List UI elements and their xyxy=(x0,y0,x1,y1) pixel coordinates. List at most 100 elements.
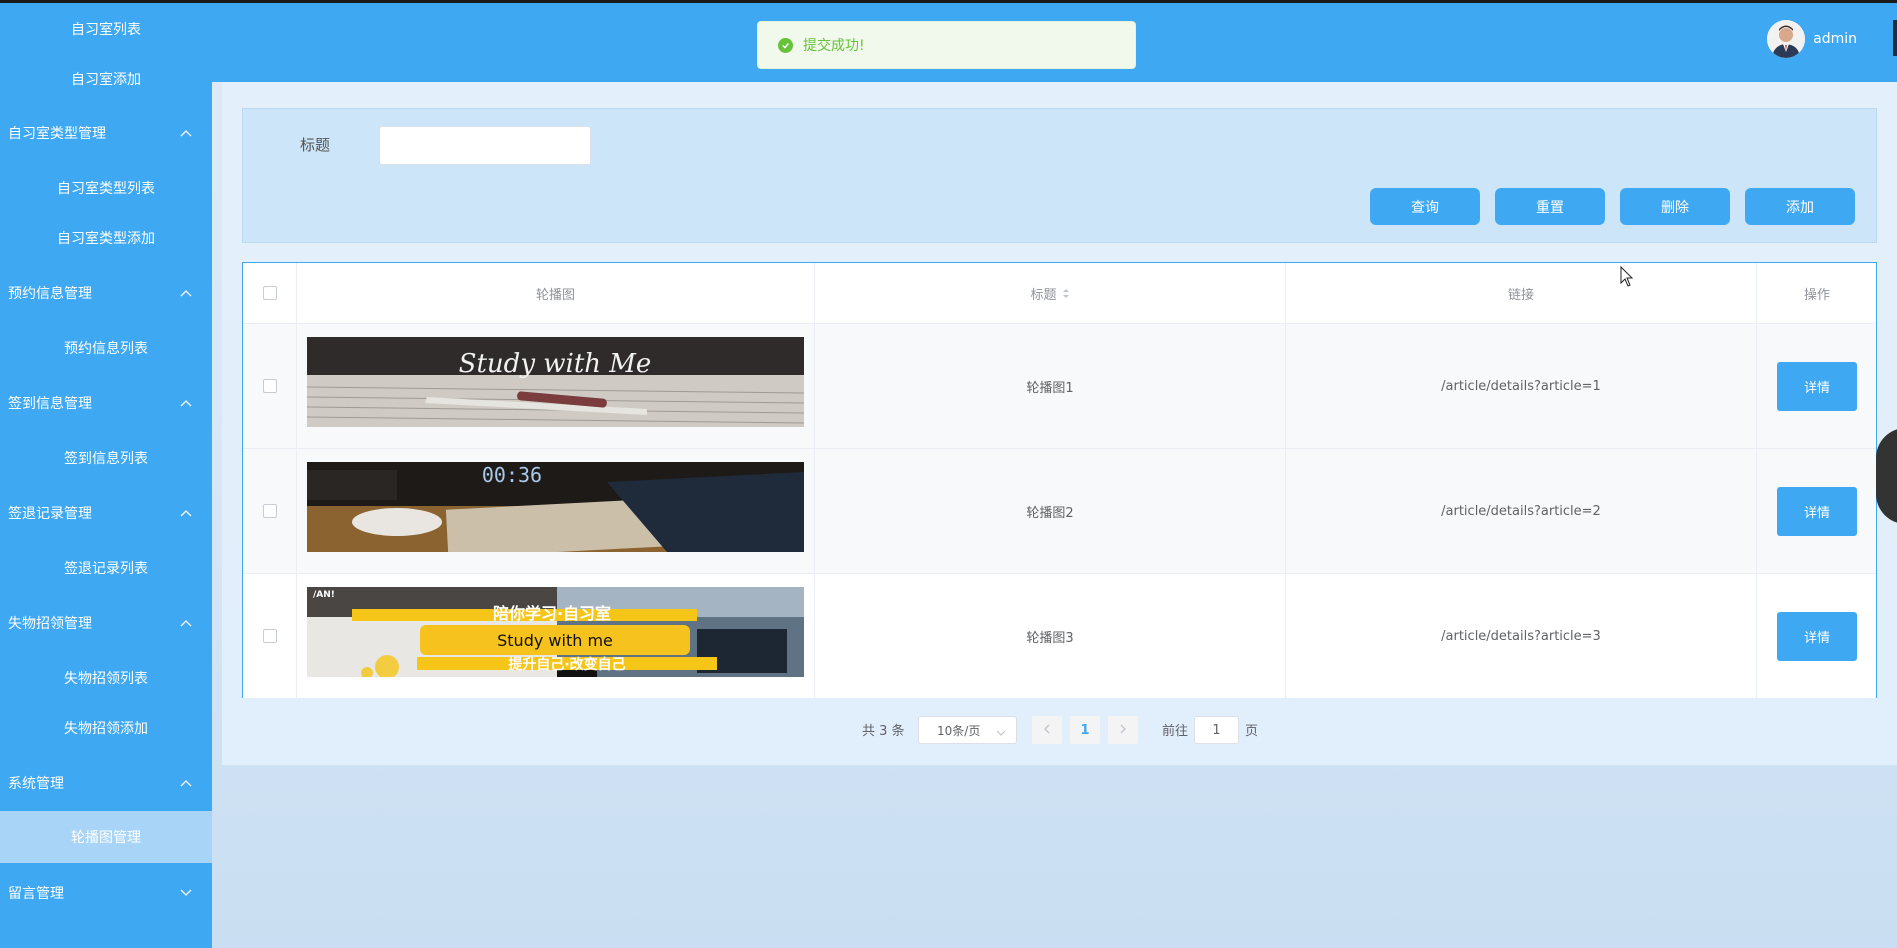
chevron-up-icon xyxy=(180,127,192,139)
next-page-button[interactable] xyxy=(1108,716,1138,744)
sidebar-item-reservation-list[interactable]: 预约信息列表 xyxy=(0,323,212,373)
carousel-title: 轮播图1 xyxy=(1026,380,1074,396)
table-row: 00:36 轮播图2 /article/details?article=2 详情 xyxy=(243,449,1876,573)
image-caption: Study with Me xyxy=(459,349,652,379)
chevron-up-icon xyxy=(180,507,192,519)
chevron-up-icon xyxy=(180,397,192,409)
query-button[interactable]: 查询 xyxy=(1370,188,1480,225)
detail-button[interactable]: 详情 xyxy=(1777,486,1857,536)
carousel-image-cell: 00:36 xyxy=(297,449,815,573)
carousel-table: 轮播图 标题 链接 操作 Study with Me 轮播图1 /article… xyxy=(242,262,1877,698)
title-cell: 轮播图3 xyxy=(815,574,1286,698)
sidebar-group-study-room-type[interactable]: 自习室类型管理 xyxy=(0,106,212,160)
sidebar-item-label: 签退记录列表 xyxy=(64,561,148,577)
column-header-image: 轮播图 xyxy=(297,263,815,323)
image-caption-bottom: 提升自己·改变自己 xyxy=(508,656,625,673)
image-caption: 00:36 xyxy=(482,463,542,487)
row-select-cell xyxy=(243,449,297,573)
sidebar-item-label: 签到信息列表 xyxy=(64,451,148,467)
sidebar-group-reservation[interactable]: 预约信息管理 xyxy=(0,266,212,320)
table-row: Study with Me 轮播图1 /article/details?arti… xyxy=(243,324,1876,448)
carousel-image-1[interactable]: Study with Me xyxy=(307,337,804,427)
title-cell: 轮播图1 xyxy=(815,324,1286,448)
sidebar-item-checkin-list[interactable]: 签到信息列表 xyxy=(0,433,212,483)
carousel-link: /article/details?article=3 xyxy=(1441,628,1601,644)
column-header-actions: 操作 xyxy=(1757,263,1877,323)
detail-button[interactable]: 详情 xyxy=(1777,611,1857,661)
column-header-title[interactable]: 标题 xyxy=(815,263,1286,323)
actions-cell: 详情 xyxy=(1757,449,1877,573)
chevron-left-icon xyxy=(1043,723,1051,738)
image-caption-top: 陪你学习·自习室 xyxy=(493,604,611,623)
success-toast: 提交成功! xyxy=(757,21,1136,69)
pagination-total: 共 3 条 xyxy=(862,723,905,739)
sidebar-item-lost-found-add[interactable]: 失物招领添加 xyxy=(0,703,212,753)
sidebar-group-messages[interactable]: 留言管理 xyxy=(0,866,212,920)
image-caption: Study with me xyxy=(497,631,613,650)
actions-cell: 详情 xyxy=(1757,324,1877,448)
row-select-cell xyxy=(243,574,297,698)
page-size-select[interactable]: 10条/页 xyxy=(918,716,1017,744)
sidebar-item-label: 自习室列表 xyxy=(71,22,141,38)
sidebar: 自习室列表 自习室添加 自习室类型管理 自习室类型列表 自习室类型添加 预约信息… xyxy=(0,0,212,948)
row-checkbox[interactable] xyxy=(262,379,277,393)
goto-label: 前往 xyxy=(1162,723,1189,739)
user-menu[interactable]: admin xyxy=(1767,18,1857,60)
carousel-link: /article/details?article=2 xyxy=(1441,503,1601,519)
chevron-up-icon xyxy=(180,617,192,629)
sidebar-group-system[interactable]: 系统管理 xyxy=(0,756,212,810)
sidebar-group-lost-found[interactable]: 失物招领管理 xyxy=(0,596,212,650)
carousel-image-3[interactable]: 陪你学习·自习室 Study with me 提升自己·改变自己 /AN! xyxy=(307,587,804,677)
row-checkbox[interactable] xyxy=(262,629,277,643)
window-edge xyxy=(1893,20,1897,56)
table-row: 陪你学习·自习室 Study with me 提升自己·改变自己 /AN! 轮播… xyxy=(243,574,1876,698)
check-circle-icon xyxy=(778,37,793,53)
chevron-down-icon xyxy=(180,887,192,899)
carousel-title: 轮播图3 xyxy=(1026,630,1074,646)
add-button[interactable]: 添加 xyxy=(1745,188,1855,225)
column-header-label: 标题 xyxy=(1030,287,1057,303)
title-search-input[interactable] xyxy=(379,126,591,165)
sidebar-item-label: 失物招领添加 xyxy=(64,721,148,737)
sidebar-group-checkout[interactable]: 签退记录管理 xyxy=(0,486,212,540)
carousel-image-cell: 陪你学习·自习室 Study with me 提升自己·改变自己 /AN! xyxy=(297,574,815,698)
goto-page-input[interactable] xyxy=(1194,716,1239,744)
carousel-image-2[interactable]: 00:36 xyxy=(307,462,804,552)
column-header-link: 链接 xyxy=(1286,263,1757,323)
sort-icon[interactable] xyxy=(1062,288,1070,299)
sidebar-item-carousel-management[interactable]: 轮播图管理 xyxy=(0,811,212,863)
reset-button[interactable]: 重置 xyxy=(1495,188,1605,225)
search-label: 标题 xyxy=(300,136,331,154)
sidebar-group-label: 失物招领管理 xyxy=(8,616,92,632)
link-cell: /article/details?article=2 xyxy=(1286,449,1757,573)
sidebar-group-checkin[interactable]: 签到信息管理 xyxy=(0,376,212,430)
chevron-up-icon xyxy=(180,287,192,299)
sidebar-item-label: 自习室类型添加 xyxy=(57,231,155,247)
delete-button[interactable]: 删除 xyxy=(1620,188,1730,225)
sidebar-item-study-room-add[interactable]: 自习室添加 xyxy=(0,54,212,104)
row-checkbox[interactable] xyxy=(262,504,277,518)
sidebar-item-lost-found-list[interactable]: 失物招领列表 xyxy=(0,653,212,703)
page-size-value: 10条/页 xyxy=(937,723,981,738)
sidebar-item-study-room-type-add[interactable]: 自习室类型添加 xyxy=(0,213,212,263)
chevron-up-icon xyxy=(180,777,192,789)
sidebar-item-study-room-list[interactable]: 自习室列表 xyxy=(0,4,212,54)
sidebar-item-label: 自习室类型列表 xyxy=(57,181,155,197)
sidebar-group-label: 系统管理 xyxy=(8,776,64,792)
sidebar-item-study-room-type-list[interactable]: 自习室类型列表 xyxy=(0,163,212,213)
column-header-label: 链接 xyxy=(1507,287,1534,303)
link-cell: /article/details?article=3 xyxy=(1286,574,1757,698)
sidebar-item-label: 轮播图管理 xyxy=(71,830,141,846)
page-number-current[interactable]: 1 xyxy=(1070,716,1100,744)
select-all-checkbox[interactable] xyxy=(262,286,277,300)
sidebar-group-label: 预约信息管理 xyxy=(8,286,92,302)
sidebar-item-label: 预约信息列表 xyxy=(64,341,148,357)
link-cell: /article/details?article=1 xyxy=(1286,324,1757,448)
carousel-image-cell: Study with Me xyxy=(297,324,815,448)
goto-page-suffix: 页 xyxy=(1245,723,1259,739)
sidebar-item-checkout-list[interactable]: 签退记录列表 xyxy=(0,543,212,593)
prev-page-button[interactable] xyxy=(1032,716,1062,744)
sidebar-item-label: 失物招领列表 xyxy=(64,671,148,687)
column-header-label: 轮播图 xyxy=(535,287,575,303)
detail-button[interactable]: 详情 xyxy=(1777,361,1857,411)
